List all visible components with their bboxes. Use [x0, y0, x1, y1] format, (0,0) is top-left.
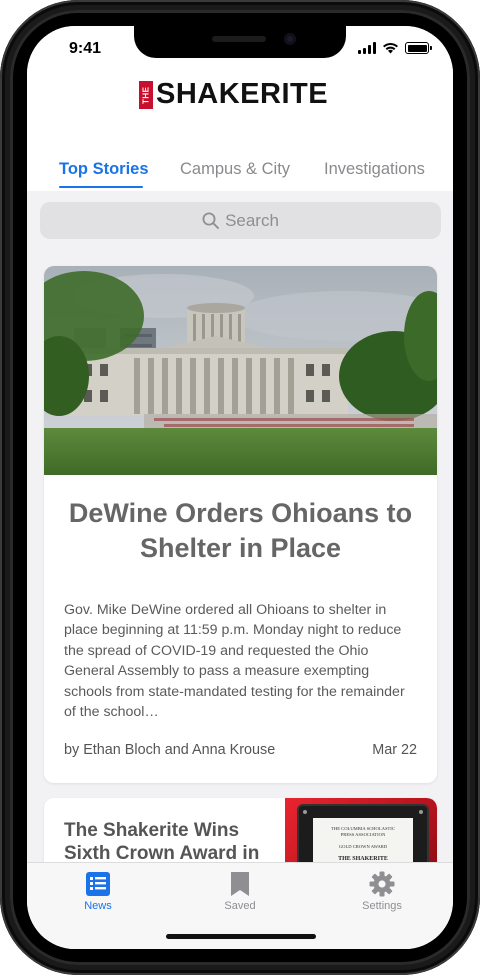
- tab-investigations[interactable]: Investigations: [324, 160, 425, 179]
- cellular-signal-icon: [358, 42, 376, 54]
- article-card[interactable]: DeWine Orders Ohioans to Shelter in Plac…: [44, 266, 437, 783]
- tab-settings[interactable]: Settings: [342, 871, 422, 912]
- phone-frame: 9:41 THE SHAKERITE Top Stories Campus & …: [0, 0, 480, 975]
- tab-top-stories[interactable]: Top Stories: [59, 160, 149, 179]
- search-bar[interactable]: Search: [40, 202, 441, 239]
- bookmark-icon: [231, 872, 249, 896]
- logo-prefix: THE: [139, 80, 153, 109]
- tab-campus-city[interactable]: Campus & City: [180, 160, 290, 179]
- article-date: Mar 22: [372, 742, 417, 758]
- search-input[interactable]: Search: [225, 211, 279, 231]
- plaque-text: GOLD CROWN AWARD: [338, 844, 388, 849]
- device-notch: [134, 26, 346, 58]
- tab-news[interactable]: News: [58, 871, 138, 912]
- tab-news-label: News: [84, 900, 112, 912]
- active-tab-indicator: [59, 186, 143, 188]
- wifi-icon: [383, 42, 398, 54]
- section-tabs: Top Stories Campus & City Investigations: [27, 160, 453, 188]
- status-icons: [358, 42, 432, 54]
- gear-icon: [369, 871, 395, 897]
- app-screen: 9:41 THE SHAKERITE Top Stories Campus & …: [27, 26, 453, 949]
- plaque-text: PRESS ASSOCIATION: [340, 832, 386, 837]
- search-icon: [202, 212, 220, 229]
- article-summary: Gov. Mike DeWine ordered all Ohioans to …: [64, 602, 405, 721]
- home-indicator[interactable]: [166, 934, 316, 939]
- battery-icon: [405, 42, 432, 54]
- article-title: The Shakerite Wins Sixth Crown Award in: [64, 820, 260, 864]
- ohio-statehouse-photo: [44, 266, 437, 475]
- tab-saved-label: Saved: [224, 900, 256, 912]
- status-time: 9:41: [69, 40, 102, 57]
- logo-wordmark: SHAKERITE: [156, 78, 329, 110]
- article-author: by Ethan Bloch and Anna Krouse: [64, 742, 276, 758]
- tab-saved[interactable]: Saved: [200, 871, 280, 912]
- app-logo: THE SHAKERITE: [139, 78, 328, 111]
- news-icon: [86, 872, 110, 896]
- tab-settings-label: Settings: [362, 900, 402, 912]
- article-title: DeWine Orders Ohioans to Shelter in Plac…: [68, 498, 413, 563]
